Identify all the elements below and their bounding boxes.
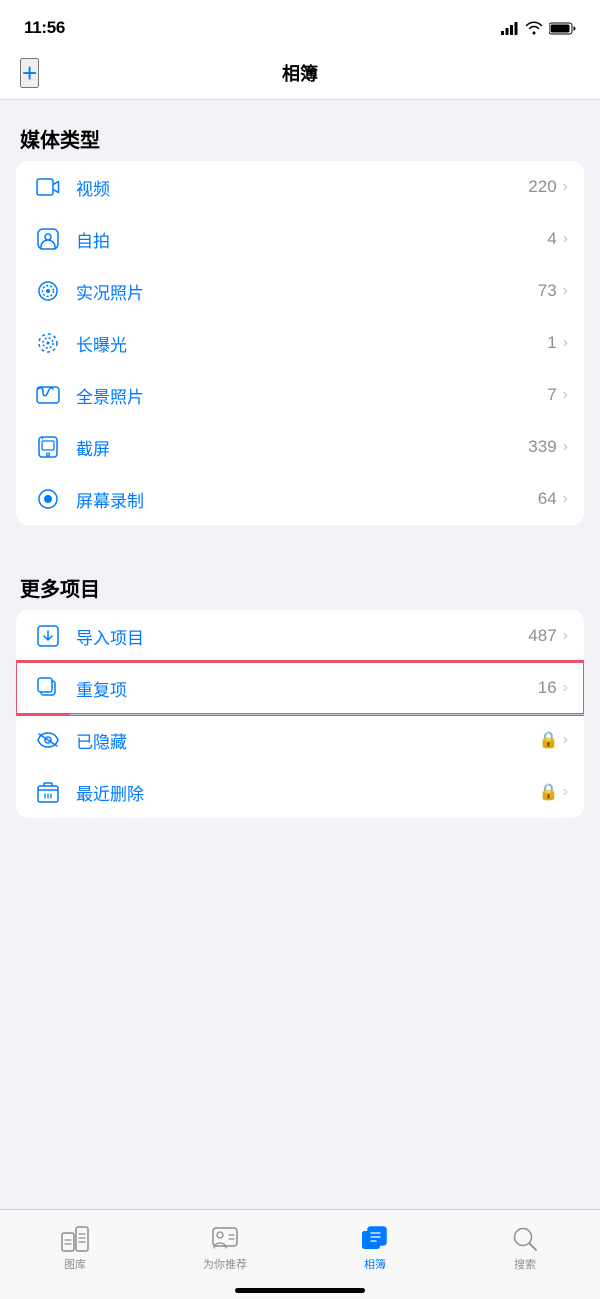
search-tab-label: 搜索 [514, 1256, 536, 1272]
list-item-duplicates[interactable]: 重复项 16 › [16, 662, 584, 714]
duplicates-icon [32, 672, 64, 704]
duplicates-count: 16 [538, 678, 557, 698]
long-exposure-chevron: › [563, 334, 568, 352]
list-item-video[interactable]: 视频 220 › [16, 161, 584, 213]
live-count: 73 [538, 281, 557, 301]
live-chevron: › [563, 282, 568, 300]
status-icons [501, 21, 576, 35]
list-item-long-exposure[interactable]: 长曝光 1 › [16, 317, 584, 369]
content: 媒体类型 视频 220 › 自拍 4 [0, 100, 600, 908]
list-item-panorama[interactable]: 全景照片 7 › [16, 369, 584, 421]
screenshot-label: 截屏 [76, 435, 528, 460]
selfie-label: 自拍 [76, 227, 547, 252]
status-time: 11:56 [24, 18, 65, 38]
selfie-count: 4 [547, 229, 556, 249]
screen-record-label: 屏幕录制 [76, 487, 538, 512]
duplicates-label: 重复项 [76, 676, 538, 701]
tab-albums[interactable]: 相簿 [300, 1210, 450, 1279]
video-label: 视频 [76, 175, 528, 200]
live-icon [32, 275, 64, 307]
live-label: 实况照片 [76, 279, 538, 304]
albums-tab-icon [361, 1225, 389, 1253]
long-exposure-label: 长曝光 [76, 331, 547, 356]
tab-for-you[interactable]: 为你推荐 [150, 1210, 300, 1279]
signal-icon [501, 22, 519, 35]
panorama-icon [32, 379, 64, 411]
section-spacer [0, 525, 600, 549]
selfie-icon [32, 223, 64, 255]
recently-deleted-icon [32, 776, 64, 808]
more-section-header: 更多项目 [0, 549, 600, 610]
add-album-button[interactable]: + [20, 58, 39, 88]
for-you-tab-icon [211, 1225, 239, 1253]
tab-search[interactable]: 搜索 [450, 1210, 600, 1279]
video-count: 220 [528, 177, 556, 197]
panorama-count: 7 [547, 385, 556, 405]
import-chevron: › [563, 627, 568, 645]
tab-library[interactable]: 图库 [0, 1210, 150, 1279]
status-bar: 11:56 [0, 0, 600, 50]
library-tab-label: 图库 [64, 1256, 86, 1272]
screenshot-icon [32, 431, 64, 463]
hidden-icon [32, 724, 64, 756]
tab-indicator [235, 1288, 365, 1293]
nav-title: 相簿 [282, 60, 318, 86]
panorama-chevron: › [563, 386, 568, 404]
media-list-group: 视频 220 › 自拍 4 › [16, 161, 584, 525]
screenshot-chevron: › [563, 438, 568, 456]
recently-deleted-label: 最近删除 [76, 780, 539, 805]
screen-record-icon [32, 483, 64, 515]
list-item-live[interactable]: 实况照片 73 › [16, 265, 584, 317]
recently-deleted-chevron: › [563, 783, 568, 801]
long-exposure-count: 1 [547, 333, 556, 353]
more-list-group: 导入项目 487 › 重复项 16 › [16, 610, 584, 818]
video-chevron: › [563, 178, 568, 196]
selfie-chevron: › [563, 230, 568, 248]
library-tab-icon [61, 1225, 89, 1253]
hidden-chevron: › [563, 731, 568, 749]
hidden-lock-icon: 🔒 [539, 730, 559, 750]
wifi-icon [525, 21, 543, 35]
search-tab-icon [511, 1225, 539, 1253]
screenshot-count: 339 [528, 437, 556, 457]
list-item-selfie[interactable]: 自拍 4 › [16, 213, 584, 265]
duplicates-chevron: › [563, 679, 568, 697]
list-item-screenshot[interactable]: 截屏 339 › [16, 421, 584, 473]
hidden-label: 已隐藏 [76, 728, 539, 753]
for-you-tab-label: 为你推荐 [203, 1256, 247, 1272]
import-label: 导入项目 [76, 624, 528, 649]
recently-deleted-lock-icon: 🔒 [539, 782, 559, 802]
import-count: 487 [528, 626, 556, 646]
nav-bar: + 相簿 [0, 50, 600, 100]
list-item-screen-record[interactable]: 屏幕录制 64 › [16, 473, 584, 525]
long-exposure-icon [32, 327, 64, 359]
list-item-hidden[interactable]: 已隐藏 🔒 › [16, 714, 584, 766]
list-item-recently-deleted[interactable]: 最近删除 🔒 › [16, 766, 584, 818]
screen-record-chevron: › [563, 490, 568, 508]
video-icon [32, 171, 64, 203]
screen-record-count: 64 [538, 489, 557, 509]
media-section-header: 媒体类型 [0, 100, 600, 161]
albums-tab-label: 相簿 [364, 1256, 386, 1272]
import-icon [32, 620, 64, 652]
panorama-label: 全景照片 [76, 383, 547, 408]
list-item-import[interactable]: 导入项目 487 › [16, 610, 584, 662]
tab-bar: 图库 为你推荐 相簿 [0, 1209, 600, 1299]
battery-icon [549, 22, 576, 35]
